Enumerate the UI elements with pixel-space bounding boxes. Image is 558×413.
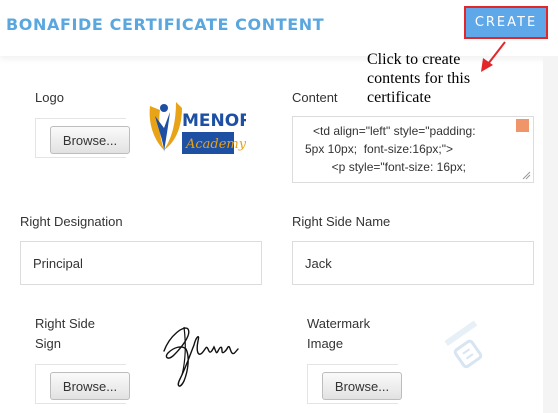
right-designation-label: Right Designation <box>20 214 123 229</box>
logo-browse-button[interactable]: Browse... <box>50 126 130 154</box>
logo-label: Logo <box>35 90 64 105</box>
label-line: Image <box>307 336 344 351</box>
annotation-line: certificate <box>367 89 431 106</box>
textarea-scroll-thumb[interactable] <box>516 119 529 132</box>
resize-grip-icon[interactable] <box>522 171 531 180</box>
logo-file-field: Browse... <box>35 118 130 158</box>
label-line: Watermark <box>307 316 371 331</box>
menorah-academy-logo: MENORAH Academy <box>146 98 280 165</box>
scrollbar-track[interactable] <box>543 56 558 413</box>
content-line: <td align="left" style="padding: <box>313 124 476 138</box>
content-textarea[interactable]: <td align="left" style="padding: 5px 10p… <box>292 116 534 183</box>
annotation-line: contents for this <box>367 70 471 87</box>
label-line: Right Side <box>35 316 95 331</box>
signature-image <box>160 315 242 402</box>
annotation-line: Click to create <box>367 51 461 68</box>
content-line: <p style="font-size: 16px; <box>305 160 467 174</box>
label-line: Sign <box>35 336 62 351</box>
watermark-image-label: Watermark Image <box>307 314 370 354</box>
right-side-name-label: Right Side Name <box>292 214 391 229</box>
logo-brand-name: MENORAH <box>182 111 246 131</box>
right-designation-input[interactable]: Principal <box>20 241 262 285</box>
sign-browse-button[interactable]: Browse... <box>50 372 130 400</box>
watermark-preview-image <box>436 318 506 393</box>
watermark-file-field: Browse... <box>307 364 402 404</box>
right-side-sign-label: Right Side Sign <box>35 314 95 354</box>
sign-file-field: Browse... <box>35 364 130 404</box>
watermark-browse-button[interactable]: Browse... <box>322 372 402 400</box>
content-line: 5px 10px; font-size:16px;"> <box>305 142 454 156</box>
content-label: Content <box>292 90 338 105</box>
right-side-name-input[interactable]: Jack <box>292 241 534 285</box>
annotation-text: Click to create contents for this certif… <box>367 50 517 107</box>
logo-brand-sub: Academy <box>185 137 246 152</box>
